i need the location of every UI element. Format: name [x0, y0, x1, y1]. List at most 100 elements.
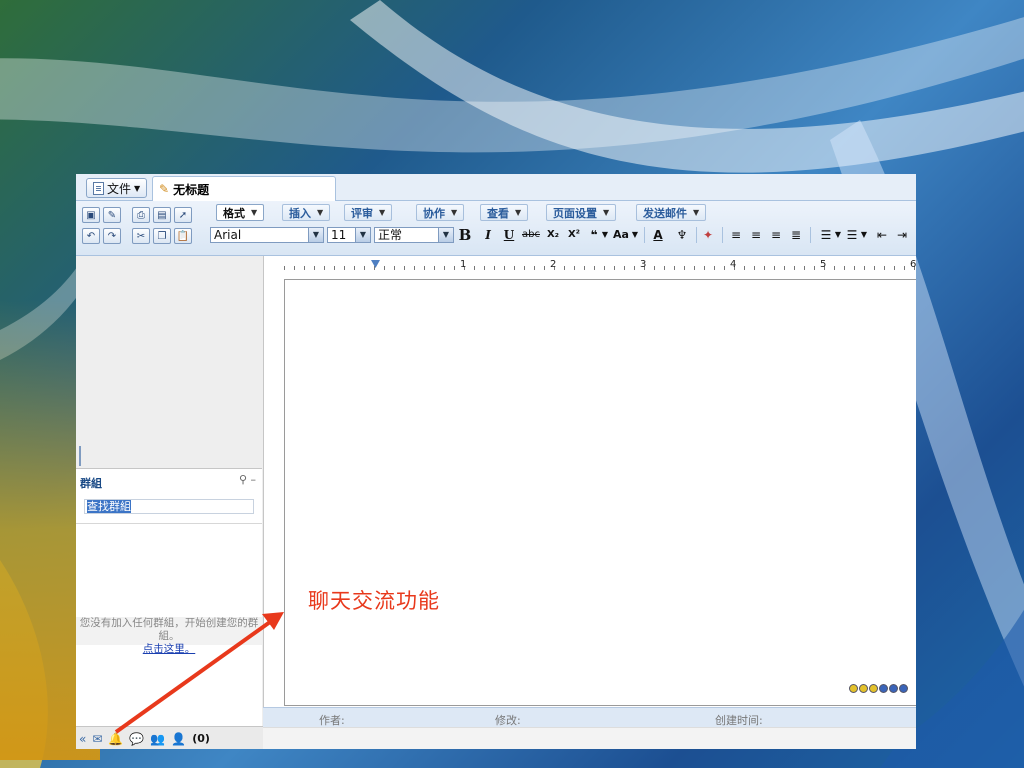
subscript-button[interactable]: X₂	[545, 226, 561, 243]
font-family-value: Arial	[214, 228, 242, 242]
ruler-tick	[844, 266, 845, 270]
ruler-tick	[904, 266, 905, 270]
tab-view[interactable]: 查看 ▼	[480, 204, 529, 221]
group-search-input[interactable]: 查找群組	[84, 499, 254, 514]
font-family-select[interactable]: Arial ▼	[210, 227, 324, 243]
tab-format[interactable]: 格式 ▼	[216, 204, 265, 221]
decrease-indent-icon[interactable]: ⇤	[874, 226, 890, 243]
indent-marker[interactable]	[371, 260, 380, 268]
chevron-down-icon[interactable]: ▼	[631, 226, 639, 243]
panel-splitter[interactable]	[79, 446, 81, 466]
copy-icon[interactable]: ❐	[153, 228, 171, 244]
align-center-icon[interactable]: ≡	[748, 226, 764, 243]
bottom-bar: « ✉ 🔔 💬 👥 👤 (0)	[76, 726, 265, 749]
ruler-tick	[324, 266, 325, 270]
toolbar-separator	[696, 227, 697, 243]
print-preview-icon[interactable]: ▤	[153, 207, 171, 223]
ruler-tick	[674, 266, 675, 270]
font-color-button[interactable]: A	[650, 226, 666, 243]
ruler-tick	[694, 266, 695, 270]
tab-document[interactable]: ✎ 无标题	[152, 176, 336, 201]
chevron-down-icon[interactable]: ▼	[860, 226, 868, 243]
change-case-button[interactable]: Aa	[612, 226, 630, 243]
ruler-tick	[664, 266, 665, 270]
tab-row: 文件 ▼ ✎ 无标题	[76, 174, 916, 201]
ruler-tick	[314, 266, 315, 270]
ruler-tick	[564, 266, 565, 270]
toolbar-separator	[810, 227, 811, 243]
ruler-tick	[404, 266, 405, 270]
ruler-number: 1	[460, 259, 467, 270]
create-group-link[interactable]: 点击这里。	[143, 643, 196, 655]
ruler-tick	[434, 266, 435, 270]
search-icon[interactable]: ⚲	[239, 473, 247, 486]
minimize-icon[interactable]: –	[251, 473, 257, 486]
redo-icon[interactable]: ↷	[103, 228, 121, 244]
toolbar-separator	[722, 227, 723, 243]
ruler-tick	[754, 266, 755, 270]
ruler-tick	[574, 266, 575, 270]
tab-collaborate[interactable]: 协作 ▼	[416, 204, 465, 221]
save-as-icon[interactable]: ✎	[103, 207, 121, 223]
chevron-down-icon[interactable]: ▼	[601, 226, 609, 243]
ruler-tick	[764, 266, 765, 270]
user-icon[interactable]: 👤	[171, 732, 186, 746]
export-icon[interactable]: ➚	[174, 207, 192, 223]
ruler-tick	[854, 266, 855, 270]
ruler-tick	[384, 266, 385, 270]
chat-icon[interactable]: 💬	[129, 732, 144, 746]
tab-format-label: 格式	[223, 206, 245, 220]
ruler-number: 6	[910, 259, 916, 270]
font-size-select[interactable]: 11 ▼	[327, 227, 371, 243]
ruler-tick	[474, 266, 475, 270]
increase-indent-icon[interactable]: ⇥	[894, 226, 910, 243]
bullet-list-icon[interactable]: ☰	[844, 226, 860, 243]
tab-send-email[interactable]: 发送邮件 ▼	[636, 204, 707, 221]
bold-button[interactable]: B	[457, 226, 473, 244]
indicator-dot	[849, 684, 858, 693]
ruler-tick	[454, 266, 455, 270]
paragraph-style-select[interactable]: 正常 ▼	[374, 227, 454, 243]
groups-empty-text: 您没有加入任何群組，开始创建您的群組。	[79, 617, 259, 642]
chevron-down-icon[interactable]: ▼	[834, 226, 842, 243]
tab-review[interactable]: 评审 ▼	[344, 204, 393, 221]
superscript-button[interactable]: X²	[566, 226, 582, 243]
tab-page-setup-label: 页面设置	[553, 206, 597, 220]
ruler-tick	[334, 266, 335, 270]
quote-button[interactable]: ❝	[588, 226, 600, 243]
align-justify-icon[interactable]: ≣	[788, 226, 804, 243]
ruler-tick	[354, 266, 355, 270]
clear-format-icon[interactable]: ✦	[700, 226, 716, 243]
pencil-icon: ✎	[159, 182, 170, 196]
ruler-tick	[704, 266, 705, 270]
print-icon[interactable]: ⎙	[132, 207, 150, 223]
paste-icon[interactable]: 📋	[174, 228, 192, 244]
undo-icon[interactable]: ↶	[82, 228, 100, 244]
bell-icon[interactable]: 🔔	[108, 732, 123, 746]
groups-empty-message: 您没有加入任何群組，开始创建您的群組。 点击这里。	[76, 617, 262, 655]
collapse-icon[interactable]: «	[79, 732, 86, 746]
save-icon[interactable]: ▣	[82, 207, 100, 223]
ruler-tick	[654, 266, 655, 270]
chevron-down-icon: ▼	[603, 208, 610, 217]
indicator-dot	[889, 684, 898, 693]
numbered-list-icon[interactable]: ☰	[818, 226, 834, 243]
strikethrough-button[interactable]: abc	[520, 226, 542, 243]
ruler-tick	[284, 266, 285, 270]
tab-insert[interactable]: 插入 ▼	[282, 204, 331, 221]
align-right-icon[interactable]: ≡	[768, 226, 784, 243]
toolbar-separator	[644, 227, 645, 243]
indicator-dot	[899, 684, 908, 693]
document-editor[interactable]	[284, 279, 916, 706]
file-menu-button[interactable]: 文件 ▼	[86, 178, 148, 198]
tab-page-setup[interactable]: 页面设置 ▼	[546, 204, 617, 221]
ruler-tick	[394, 266, 395, 270]
cut-icon[interactable]: ✂	[132, 228, 150, 244]
align-left-icon[interactable]: ≡	[728, 226, 744, 243]
italic-button[interactable]: I	[481, 226, 495, 243]
underline-button[interactable]: U	[502, 226, 516, 243]
highlight-icon[interactable]: ♆	[674, 226, 690, 243]
ruler-tick	[524, 266, 525, 270]
contacts-icon[interactable]: 👥	[150, 732, 165, 746]
message-icon[interactable]: ✉	[92, 732, 102, 746]
